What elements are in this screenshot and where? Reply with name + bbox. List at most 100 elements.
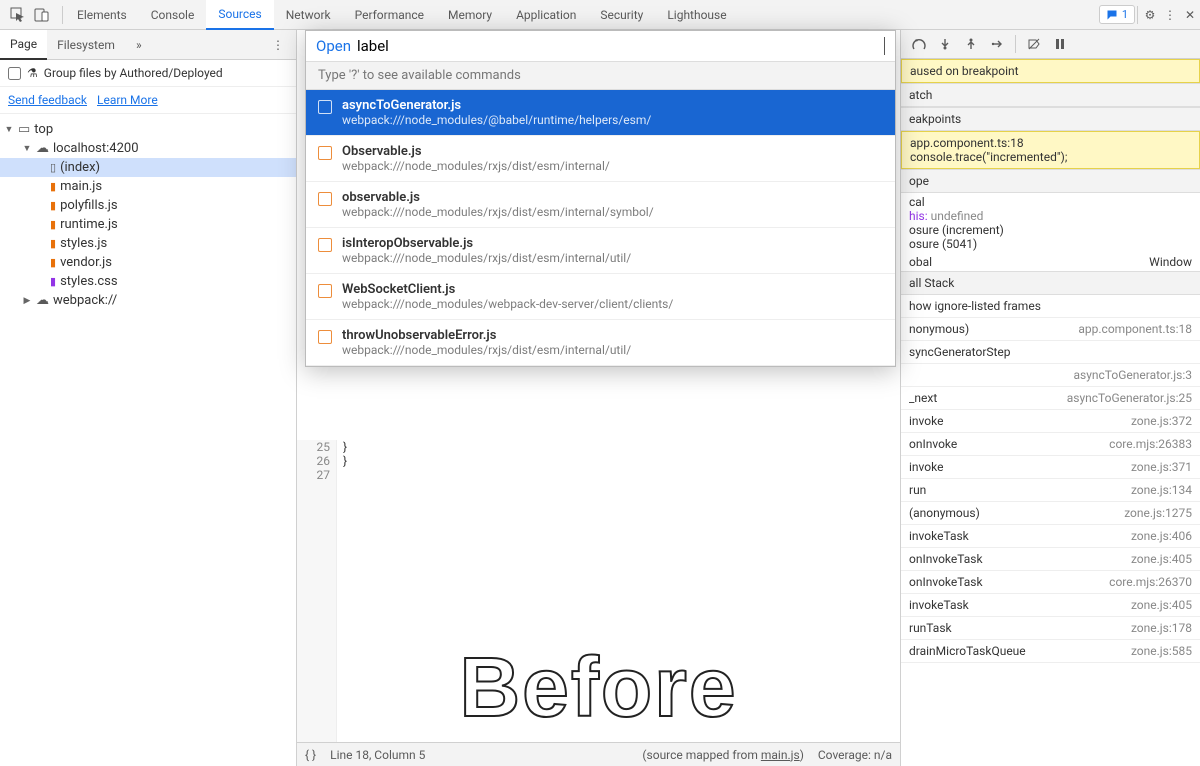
file-icon bbox=[318, 100, 332, 114]
tree-file-styles-js[interactable]: ▮styles.js bbox=[0, 234, 296, 253]
tab-elements[interactable]: Elements bbox=[65, 0, 139, 30]
scope-header[interactable]: ope bbox=[901, 169, 1200, 193]
settings-icon[interactable]: ⚙ bbox=[1140, 5, 1160, 25]
navigator-more-icon[interactable]: ⋮ bbox=[266, 36, 290, 54]
group-files-label: Group files by Authored/Deployed bbox=[44, 66, 223, 80]
palette-input[interactable] bbox=[357, 37, 885, 55]
stack-frame[interactable]: invokeTaskzone.js:405 bbox=[901, 594, 1200, 617]
close-devtools-icon[interactable]: ✕ bbox=[1180, 5, 1200, 25]
device-toggle-icon[interactable] bbox=[32, 5, 52, 25]
scope-global[interactable]: obalWindow bbox=[901, 253, 1200, 271]
palette-item[interactable]: asyncToGenerator.jswebpack:///node_modul… bbox=[306, 90, 895, 136]
callstack-list: nonymous)app.component.ts:18syncGenerato… bbox=[901, 318, 1200, 663]
navigator-pane: Page Filesystem » ⋮ ⚗ Group files by Aut… bbox=[0, 30, 297, 766]
file-icon bbox=[318, 330, 332, 344]
tab-lighthouse[interactable]: Lighthouse bbox=[655, 0, 738, 30]
tab-console[interactable]: Console bbox=[139, 0, 207, 30]
palette-hint: Type '?' to see available commands bbox=[306, 61, 895, 90]
devtools-top-tabs: Elements Console Sources Network Perform… bbox=[0, 0, 1200, 30]
stack-frame[interactable]: onInvokecore.mjs:26383 bbox=[901, 433, 1200, 456]
palette-item[interactable]: Observable.jswebpack:///node_modules/rxj… bbox=[306, 136, 895, 182]
cursor-position: Line 18, Column 5 bbox=[330, 748, 425, 762]
stack-frame[interactable]: asyncToGenerator.js:3 bbox=[901, 364, 1200, 387]
palette-item[interactable]: isInteropObservable.jswebpack:///node_mo… bbox=[306, 228, 895, 274]
tab-memory[interactable]: Memory bbox=[436, 0, 504, 30]
deactivate-breakpoints-icon[interactable] bbox=[1024, 34, 1044, 54]
learn-more-link[interactable]: Learn More bbox=[97, 93, 158, 107]
feedback-count: 1 bbox=[1122, 8, 1128, 21]
coverage-label: Coverage: n/a bbox=[818, 748, 892, 762]
tree-file-main[interactable]: ▮main.js bbox=[0, 177, 296, 196]
stack-frame[interactable]: (anonymous)zone.js:1275 bbox=[901, 502, 1200, 525]
file-icon bbox=[318, 284, 332, 298]
tree-file-index[interactable]: ▯(index) bbox=[0, 158, 296, 177]
stack-frame[interactable]: nonymous)app.component.ts:18 bbox=[901, 318, 1200, 341]
command-palette: Open Type '?' to see available commands … bbox=[305, 30, 896, 367]
code-line: } bbox=[343, 454, 894, 468]
watch-header[interactable]: atch bbox=[901, 83, 1200, 107]
subtab-filesystem[interactable]: Filesystem bbox=[47, 30, 125, 60]
scope-this: his: undefined bbox=[909, 209, 1192, 223]
stack-frame[interactable]: drainMicroTaskQueuezone.js:585 bbox=[901, 640, 1200, 663]
tree-file-polyfills[interactable]: ▮polyfills.js bbox=[0, 196, 296, 215]
scope-closure[interactable]: osure (increment) bbox=[909, 223, 1192, 237]
line-number: 27 bbox=[303, 468, 330, 482]
line-number: 25 bbox=[303, 440, 330, 454]
group-files-checkbox[interactable] bbox=[8, 67, 21, 80]
breakpoints-header[interactable]: eakpoints bbox=[901, 107, 1200, 131]
palette-open-label: Open bbox=[316, 37, 351, 55]
callstack-header[interactable]: all Stack bbox=[901, 271, 1200, 295]
tree-file-styles-css[interactable]: ▮styles.css bbox=[0, 272, 296, 291]
stack-frame[interactable]: invokezone.js:371 bbox=[901, 456, 1200, 479]
step-out-icon[interactable] bbox=[987, 34, 1007, 54]
send-feedback-link[interactable]: Send feedback bbox=[8, 93, 87, 107]
scope-closure[interactable]: osure (5041) bbox=[909, 237, 1192, 251]
file-icon bbox=[318, 146, 332, 160]
subtab-page[interactable]: Page bbox=[0, 30, 47, 60]
tree-webpack[interactable]: ▶☁webpack:// bbox=[0, 291, 296, 310]
code-line: } bbox=[343, 440, 894, 454]
line-number: 26 bbox=[303, 454, 330, 468]
breakpoint-entry[interactable]: app.component.ts:18 console.trace("incre… bbox=[901, 131, 1200, 169]
source-mapped-label: (source mapped from main.js) bbox=[642, 748, 803, 762]
resume-icon[interactable] bbox=[909, 34, 929, 54]
tab-security[interactable]: Security bbox=[588, 0, 655, 30]
tree-host[interactable]: ▼☁localhost:4200 bbox=[0, 139, 296, 158]
editor-pane: Open Type '?' to see available commands … bbox=[297, 30, 900, 766]
tree-file-runtime[interactable]: ▮runtime.js bbox=[0, 215, 296, 234]
stack-frame[interactable]: _nextasyncToGenerator.js:25 bbox=[901, 387, 1200, 410]
file-icon bbox=[318, 238, 332, 252]
tab-application[interactable]: Application bbox=[504, 0, 588, 30]
step-over-icon[interactable] bbox=[935, 34, 955, 54]
feedback-badge[interactable]: 1 bbox=[1099, 5, 1135, 24]
flask-icon: ⚗ bbox=[27, 66, 38, 80]
stack-frame[interactable]: syncGeneratorStep bbox=[901, 341, 1200, 364]
debugger-pane: aused on breakpoint atch eakpoints app.c… bbox=[900, 30, 1200, 766]
scope-local[interactable]: cal bbox=[909, 195, 1192, 209]
inspect-icon[interactable] bbox=[8, 5, 28, 25]
tab-performance[interactable]: Performance bbox=[343, 0, 436, 30]
stack-frame[interactable]: runTaskzone.js:178 bbox=[901, 617, 1200, 640]
tab-sources[interactable]: Sources bbox=[206, 0, 273, 30]
file-tree: ▼▭top ▼☁localhost:4200 ▯(index) ▮main.js… bbox=[0, 114, 296, 766]
palette-item[interactable]: observable.jswebpack:///node_modules/rxj… bbox=[306, 182, 895, 228]
format-icon[interactable]: { } bbox=[305, 748, 316, 762]
stack-frame[interactable]: invokezone.js:372 bbox=[901, 410, 1200, 433]
palette-list[interactable]: asyncToGenerator.jswebpack:///node_modul… bbox=[306, 90, 895, 366]
tab-network[interactable]: Network bbox=[274, 0, 343, 30]
kebab-icon[interactable]: ⋮ bbox=[1160, 5, 1180, 25]
stack-frame[interactable]: onInvokeTaskzone.js:405 bbox=[901, 548, 1200, 571]
palette-item[interactable]: WebSocketClient.jswebpack:///node_module… bbox=[306, 274, 895, 320]
palette-item[interactable]: throwUnobservableError.jswebpack:///node… bbox=[306, 320, 895, 366]
stack-frame[interactable]: runzone.js:134 bbox=[901, 479, 1200, 502]
tree-file-vendor[interactable]: ▮vendor.js bbox=[0, 253, 296, 272]
stack-frame[interactable]: invokeTaskzone.js:406 bbox=[901, 525, 1200, 548]
show-ignored-frames[interactable]: how ignore-listed frames bbox=[901, 295, 1200, 318]
pause-exceptions-icon[interactable] bbox=[1050, 34, 1070, 54]
file-icon bbox=[318, 192, 332, 206]
step-into-icon[interactable] bbox=[961, 34, 981, 54]
stack-frame[interactable]: onInvokeTaskcore.mjs:26370 bbox=[901, 571, 1200, 594]
editor-status-bar: { } Line 18, Column 5 (source mapped fro… bbox=[297, 742, 900, 766]
chevrons-icon[interactable]: » bbox=[129, 35, 149, 55]
tree-top[interactable]: ▼▭top bbox=[0, 120, 296, 139]
